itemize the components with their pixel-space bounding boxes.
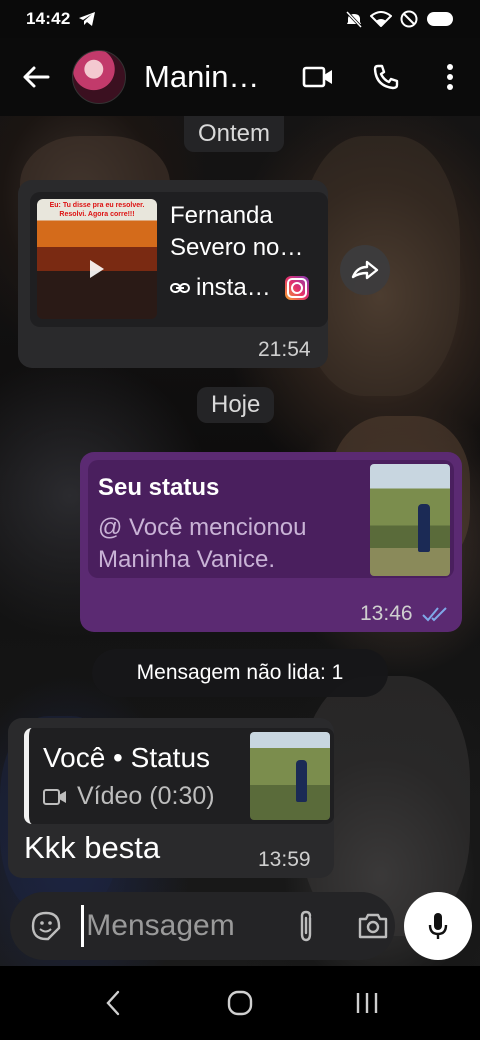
voice-call-button[interactable]: [352, 38, 420, 116]
quoted-thumbnail-figure: [296, 760, 307, 802]
phone-icon: [373, 64, 399, 90]
quoted-author: Você • Status: [43, 742, 211, 773]
attach-icon: [300, 910, 312, 942]
forward-button[interactable]: [340, 245, 390, 295]
camera-icon: [359, 913, 388, 939]
voice-message-button[interactable]: [404, 892, 472, 960]
double-check-icon: [422, 607, 447, 622]
outgoing-status-message[interactable]: Seu status @ Você mencionou Maninha Vani…: [80, 452, 462, 632]
quoted-status-card[interactable]: Você • Status Vídeo (0:30): [24, 728, 334, 824]
message-input[interactable]: [86, 909, 257, 943]
video-call-button[interactable]: [284, 38, 352, 116]
camera-button[interactable]: [352, 904, 395, 948]
attach-button[interactable]: [284, 904, 327, 948]
thumbnail-caption: Eu: Tu disse pra eu resolver. Resolvi. A…: [49, 202, 145, 218]
status-thumbnail: [370, 464, 450, 576]
status-thumbnail-figure: [418, 504, 430, 552]
nav-back-icon: [106, 990, 120, 1016]
system-navigation-bar: [0, 966, 480, 1040]
telegram-icon: [78, 11, 96, 27]
sticker-button[interactable]: [24, 904, 67, 948]
quoted-media-label: Vídeo (0:30): [77, 782, 215, 810]
date-chip-today: Hoje: [197, 387, 275, 423]
contact-name[interactable]: Manin…: [144, 59, 264, 95]
nav-recents-icon: [356, 993, 377, 1013]
incoming-reply-message[interactable]: Você • Status Vídeo (0:30) Kkk besta 13:…: [8, 718, 334, 878]
link-thumbnail: Eu: Tu disse pra eu resolver. Resolvi. A…: [37, 199, 157, 319]
video-icon: [43, 788, 66, 805]
back-button[interactable]: [0, 38, 72, 116]
more-options-button[interactable]: [420, 38, 480, 116]
message-time: 13:46: [360, 602, 413, 625]
link-icon: [170, 283, 190, 293]
nav-recents-button[interactable]: [337, 973, 397, 1033]
dnd-icon: [400, 10, 418, 28]
composer-bar: [0, 880, 480, 966]
message-composer[interactable]: [10, 892, 395, 960]
wifi-icon: [370, 11, 392, 27]
battery-icon: [426, 11, 454, 27]
play-icon: [90, 259, 104, 278]
instagram-icon: [284, 276, 309, 300]
mute-icon: [346, 10, 362, 28]
status-mention: @ Você mencionou Maninha Vanice.: [98, 514, 307, 573]
sticker-icon: [31, 911, 60, 941]
nav-home-button[interactable]: [210, 973, 270, 1033]
message-text: Kkk besta: [24, 830, 161, 865]
chat-header: Manin…: [0, 38, 480, 116]
message-time: 13:59: [258, 848, 311, 871]
link-title: Fernanda Severo no…: [170, 202, 304, 261]
unread-messages-divider: Mensagem não lida: 1: [92, 649, 388, 697]
more-vert-icon: [447, 64, 453, 90]
status-time: 14:42: [26, 9, 71, 28]
incoming-link-message[interactable]: Eu: Tu disse pra eu resolver. Resolvi. A…: [18, 180, 328, 368]
text-cursor: [81, 905, 85, 947]
contact-avatar[interactable]: [72, 50, 126, 104]
mic-icon: [428, 913, 448, 939]
date-chip-yesterday: Ontem: [184, 116, 285, 152]
message-time: 21:54: [258, 338, 311, 361]
link-preview-card[interactable]: Eu: Tu disse pra eu resolver. Resolvi. A…: [30, 192, 328, 327]
nav-back-button[interactable]: [83, 973, 143, 1033]
quoted-thumbnail: [250, 732, 330, 820]
status-title: Seu status: [98, 474, 220, 501]
status-bar: 14:42: [0, 0, 480, 38]
link-source: insta…: [196, 274, 271, 301]
nav-home-icon: [227, 990, 253, 1016]
back-arrow-icon: [23, 66, 50, 88]
video-call-icon: [302, 66, 332, 88]
forward-icon: [351, 260, 379, 280]
status-quote-card[interactable]: Seu status @ Você mencionou Maninha Vani…: [88, 460, 454, 578]
